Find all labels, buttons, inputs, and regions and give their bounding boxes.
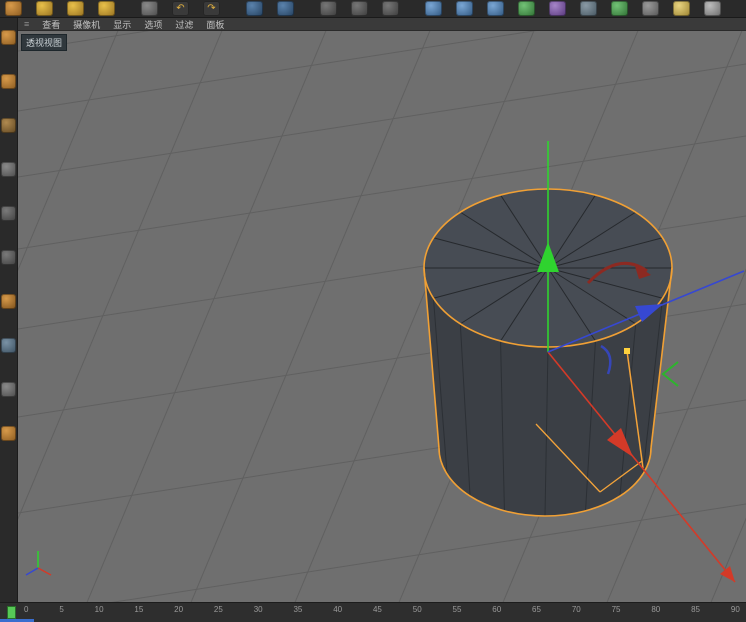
frame-label: 90 — [730, 605, 740, 614]
panel-grid-icon[interactable]: ≡ — [24, 19, 29, 29]
render-view-icon[interactable] — [320, 1, 337, 16]
scale-tool-icon[interactable] — [67, 1, 84, 16]
frame-label: 25 — [213, 605, 223, 614]
frame-label: 75 — [611, 605, 621, 614]
timeline-ruler[interactable]: 0 5 10 15 20 25 30 35 40 45 50 55 60 65 70 75 80 85 90 — [24, 605, 740, 614]
frame-label: 85 — [691, 605, 701, 614]
points-mode-icon[interactable] — [1, 206, 16, 221]
viewport-menu-bar: ≡ 查看 摄像机 显示 选项 过滤 面板 — [18, 18, 746, 31]
frame-label: 60 — [492, 605, 502, 614]
frame-label: 30 — [253, 605, 263, 614]
frame-label: 0 — [24, 605, 29, 614]
polygons-mode-icon[interactable] — [1, 294, 16, 309]
frame-label: 70 — [571, 605, 581, 614]
world-axis-indicator — [25, 551, 52, 576]
viewport-label[interactable]: 透视视图 — [21, 34, 68, 51]
frame-label: 45 — [372, 605, 382, 614]
enable-axis-icon[interactable] — [1, 338, 16, 353]
frame-label: 35 — [293, 605, 303, 614]
selected-vertex-handle[interactable] — [624, 348, 630, 354]
axis-indicator-x — [37, 567, 52, 576]
last-tool-icon[interactable] — [141, 1, 158, 16]
light-icon[interactable] — [673, 1, 690, 16]
render-settings-icon[interactable] — [382, 1, 399, 16]
render-picture-viewer-icon[interactable] — [351, 1, 368, 16]
primitive-cube-icon[interactable] — [425, 1, 442, 16]
environment-icon[interactable] — [580, 1, 597, 16]
frame-label: 5 — [59, 605, 64, 614]
timeline[interactable]: 0 5 10 15 20 25 30 35 40 45 50 55 60 65 70 75 80 85 90 — [0, 602, 746, 622]
gizmo-x-axis-end-arrow — [720, 566, 735, 582]
workplane-icon[interactable] — [277, 1, 294, 16]
menu-item-0[interactable]: 查看 — [42, 18, 60, 31]
frame-label: 55 — [452, 605, 462, 614]
top-toolbar: ↶ ↷ — [0, 0, 746, 18]
generators-icon[interactable] — [518, 1, 535, 16]
frame-label: 10 — [94, 605, 104, 614]
menu-item-4[interactable]: 过滤 — [175, 18, 193, 31]
make-editable-icon[interactable] — [1, 30, 16, 45]
perspective-viewport[interactable]: 透视视图 — [18, 31, 746, 602]
gizmo-plane-handle-green[interactable] — [661, 361, 679, 387]
edges-mode-icon[interactable] — [1, 250, 16, 265]
mograph-icon[interactable] — [611, 1, 628, 16]
frame-label: 40 — [333, 605, 343, 614]
deformers-icon[interactable] — [549, 1, 566, 16]
undo-icon[interactable]: ↶ — [172, 1, 189, 16]
frame-label: 20 — [174, 605, 184, 614]
subdivision-surface-icon[interactable] — [487, 1, 504, 16]
axis-indicator-z — [25, 567, 39, 576]
frame-label: 50 — [412, 605, 422, 614]
camera-icon[interactable] — [642, 1, 659, 16]
spline-pen-icon[interactable] — [456, 1, 473, 16]
live-selection-icon[interactable] — [5, 1, 22, 16]
texture-mode-icon[interactable] — [1, 118, 16, 133]
workplane-mode-icon[interactable] — [1, 162, 16, 177]
coordinate-system-icon[interactable] — [246, 1, 263, 16]
menu-item-3[interactable]: 选项 — [144, 18, 162, 31]
viewport-scene — [18, 31, 746, 602]
snap-icon[interactable] — [1, 426, 16, 441]
redo-icon[interactable]: ↷ — [203, 1, 220, 16]
frame-label: 15 — [134, 605, 144, 614]
frame-label: 65 — [532, 605, 541, 614]
current-frame-marker[interactable] — [7, 606, 16, 619]
menu-item-1[interactable]: 摄像机 — [73, 18, 100, 31]
model-mode-icon[interactable] — [1, 74, 16, 89]
display-mode-icon[interactable] — [704, 1, 721, 16]
menu-item-5[interactable]: 面板 — [206, 18, 224, 31]
rotate-tool-icon[interactable] — [98, 1, 115, 16]
frame-label: 80 — [651, 605, 661, 614]
menu-item-2[interactable]: 显示 — [113, 18, 131, 31]
viewport-solo-icon[interactable] — [1, 382, 16, 397]
left-toolbar — [0, 18, 18, 602]
move-tool-icon[interactable] — [36, 1, 53, 16]
